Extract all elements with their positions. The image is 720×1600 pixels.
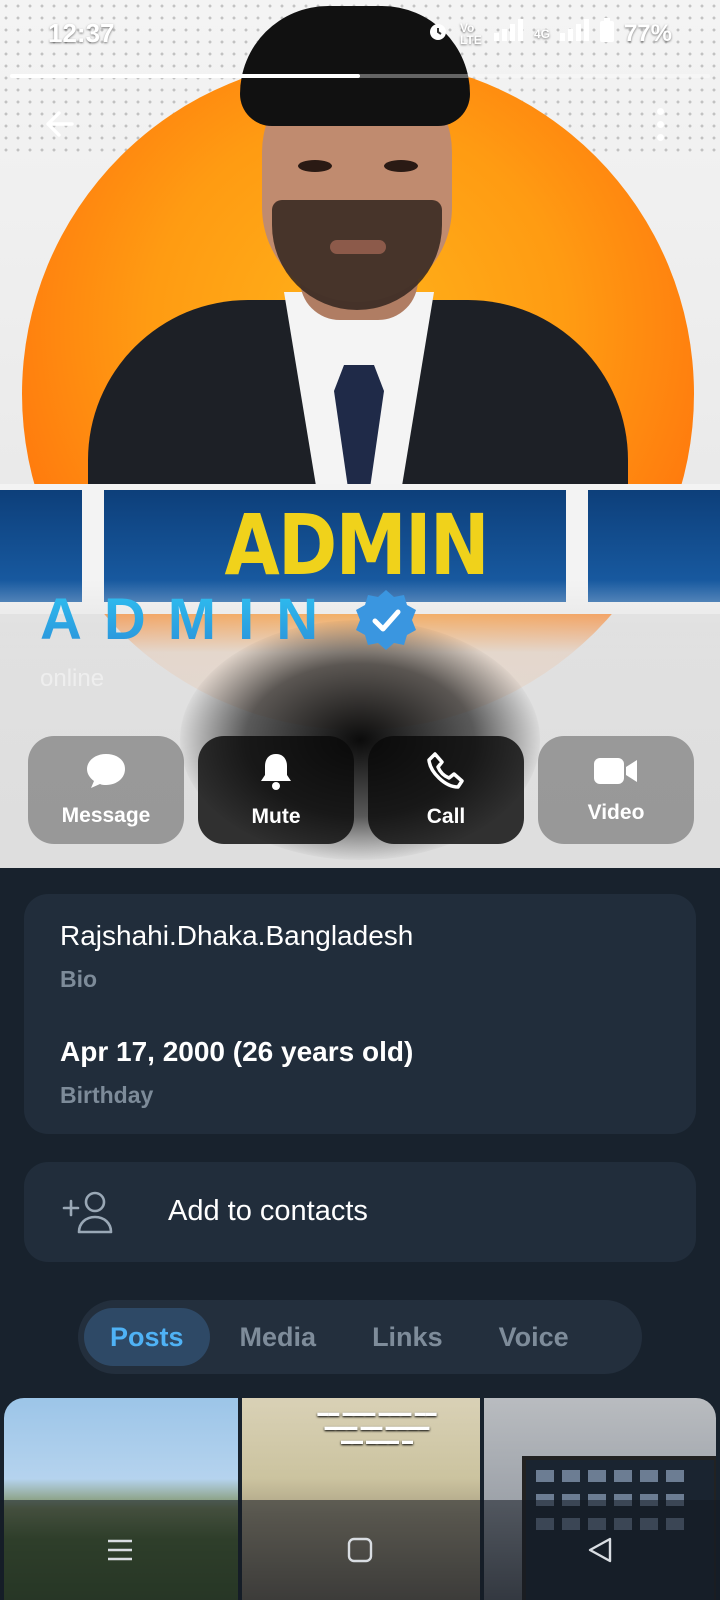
- add-person-icon: [62, 1188, 116, 1236]
- home-square-icon: [347, 1537, 373, 1563]
- call-button[interactable]: Call: [368, 736, 524, 844]
- tab-posts[interactable]: Posts: [84, 1308, 210, 1366]
- status-time: 12:37: [48, 18, 115, 48]
- alarm-icon: [426, 19, 450, 49]
- dot: [656, 120, 664, 128]
- dot: [656, 107, 664, 115]
- signal-icon-1: [493, 19, 524, 48]
- back-button[interactable]: [36, 100, 84, 148]
- tab-voice[interactable]: Voice: [473, 1308, 595, 1366]
- birthday-label: Birthday: [60, 1082, 154, 1108]
- profile-actions: Message Mute Call Video: [28, 736, 694, 844]
- profile-name-row: ADMIN: [40, 586, 418, 653]
- tab-media[interactable]: Media: [214, 1308, 343, 1366]
- more-options-button[interactable]: [640, 100, 680, 148]
- menu-icon: [108, 1539, 132, 1561]
- presence-status: online: [40, 665, 105, 692]
- verified-badge-icon[interactable]: [354, 588, 418, 652]
- video-icon: [594, 758, 637, 784]
- mute-button[interactable]: Mute: [198, 736, 354, 844]
- recent-apps-button[interactable]: [80, 1510, 160, 1590]
- video-button[interactable]: Video: [538, 736, 694, 844]
- add-to-contacts-button[interactable]: Add to contacts: [24, 1162, 696, 1262]
- story-progress-bar: [10, 74, 710, 78]
- message-icon: [87, 754, 125, 788]
- dot: [656, 133, 664, 141]
- network-type: 4G: [533, 26, 550, 41]
- tab-links[interactable]: Links: [346, 1308, 469, 1366]
- home-button[interactable]: [320, 1510, 400, 1590]
- status-bar: 12:37 Vo LTE 4G 77%: [0, 0, 720, 64]
- bio-label: Bio: [60, 966, 98, 992]
- phone-icon: [427, 752, 464, 789]
- system-navigation-bar: [0, 1500, 720, 1600]
- triangle-back-icon: [588, 1537, 612, 1563]
- arrow-left-icon: [46, 111, 74, 137]
- back-nav-button[interactable]: [560, 1510, 640, 1590]
- thumbnail-caption-image: ▬▬ ▬▬▬ ▬▬▬ ▬▬ ▬▬▬ ▬▬ ▬▬▬▬ ▬▬ ▬▬▬ ▬: [317, 1407, 437, 1447]
- add-to-contacts-label: Add to contacts: [168, 1195, 368, 1227]
- profile-name: ADMIN: [40, 587, 341, 652]
- volte-indicator: Vo LTE: [459, 20, 482, 47]
- message-button[interactable]: Message: [28, 736, 184, 844]
- birthday-value[interactable]: Apr 17, 2000 (26 years old): [60, 1036, 413, 1068]
- signal-icon-2: [559, 19, 590, 48]
- battery-icon: [599, 18, 614, 49]
- media-tabs: Posts Media Links Voice: [78, 1300, 642, 1374]
- bell-icon: [261, 754, 291, 790]
- battery-level: 77%: [623, 19, 672, 47]
- info-card: Rajshahi.Dhaka.Bangladesh Bio Apr 17, 20…: [24, 894, 696, 1134]
- bio-value[interactable]: Rajshahi.Dhaka.Bangladesh: [60, 920, 413, 952]
